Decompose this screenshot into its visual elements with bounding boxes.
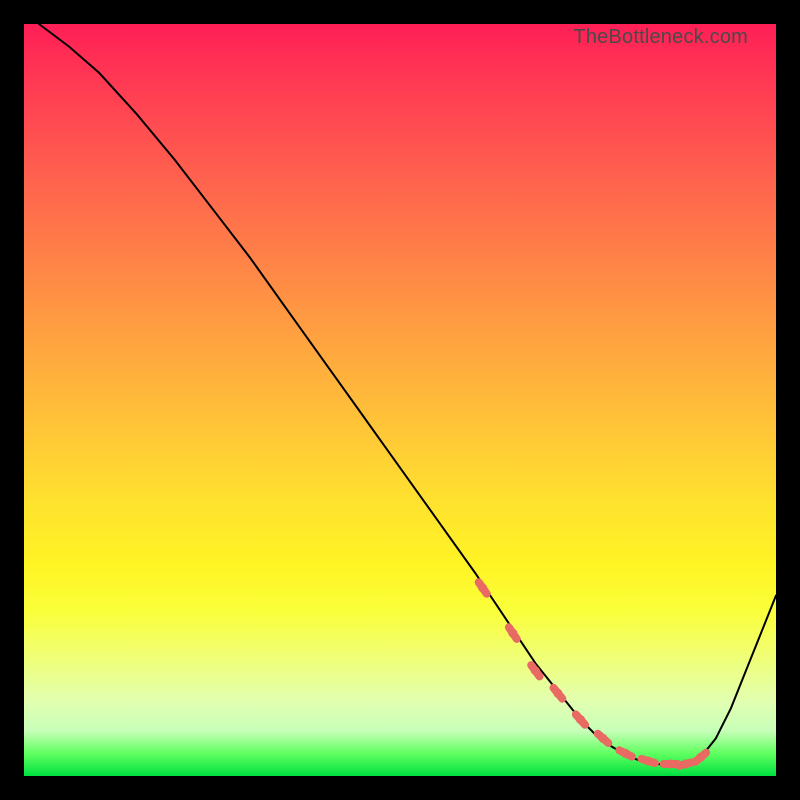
marker-dot — [666, 760, 675, 769]
marker-dot — [478, 584, 487, 593]
marker-dot — [599, 734, 608, 743]
marker-dot — [681, 760, 690, 769]
marker-dot — [696, 753, 705, 762]
marker-dot — [621, 749, 630, 758]
bottleneck-curve — [39, 24, 776, 765]
marker-dot — [508, 629, 517, 638]
plot-area: TheBottleneck.com — [24, 24, 776, 776]
marker-dot — [531, 666, 540, 675]
marker-dot — [553, 689, 562, 698]
watermark-text: TheBottleneck.com — [573, 26, 748, 49]
highlight-markers — [478, 582, 706, 768]
curve-svg — [24, 24, 776, 776]
marker-dot — [644, 757, 653, 766]
chart-frame: TheBottleneck.com — [0, 0, 800, 800]
marker-dot — [576, 715, 585, 724]
